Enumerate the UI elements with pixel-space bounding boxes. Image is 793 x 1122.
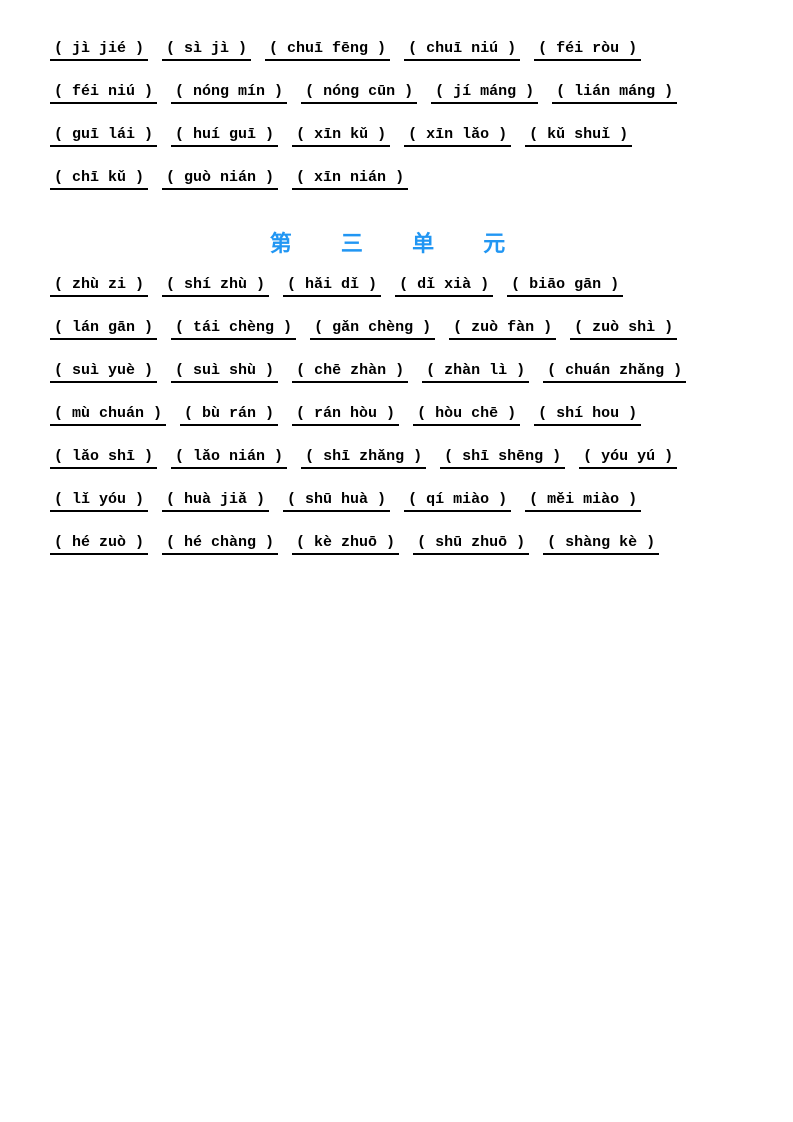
- item-1-4: ( chuī niú ): [404, 40, 520, 61]
- s3-item-6-4: ( qí miào ): [404, 491, 511, 512]
- row-2: ( féi niú ) ( nóng mín ) ( nóng cūn ) ( …: [50, 83, 743, 108]
- s3-item-4-1: ( mù chuán ): [50, 405, 166, 426]
- s3-row-4: ( mù chuán ) ( bù rán ) ( rán hòu ) ( hò…: [50, 405, 743, 430]
- item-2-2: ( nóng mín ): [171, 83, 287, 104]
- s3-item-4-3: ( rán hòu ): [292, 405, 399, 426]
- s3-row-5: ( lǎo shī ) ( lǎo nián ) ( shī zhǎng ) (…: [50, 448, 743, 473]
- s3-item-3-1: ( suì yuè ): [50, 362, 157, 383]
- item-1-2: ( sì jì ): [162, 40, 251, 61]
- s3-item-3-4: ( zhàn lì ): [422, 362, 529, 383]
- item-3-4: ( xīn lǎo ): [404, 126, 511, 147]
- item-2-1: ( féi niú ): [50, 83, 157, 104]
- s3-item-7-4: ( shū zhuō ): [413, 534, 529, 555]
- item-4-3: ( xīn nián ): [292, 169, 408, 190]
- item-2-3: ( nóng cūn ): [301, 83, 417, 104]
- s3-item-3-3: ( chē zhàn ): [292, 362, 408, 383]
- item-1-5: ( féi ròu ): [534, 40, 641, 61]
- s3-item-6-5: ( měi miào ): [525, 491, 641, 512]
- item-3-1: ( guī lái ): [50, 126, 157, 147]
- row-4: ( chī kǔ ) ( guò nián ) ( xīn nián ): [50, 169, 743, 194]
- item-3-2: ( huí guī ): [171, 126, 278, 147]
- s3-item-6-3: ( shū huà ): [283, 491, 390, 512]
- s3-item-7-3: ( kè zhuō ): [292, 534, 399, 555]
- top-section: ( jì jié ) ( sì jì ) ( chuī fēng ) ( chu…: [50, 40, 743, 194]
- s3-item-1-5: ( biāo gān ): [507, 276, 623, 297]
- item-1-1: ( jì jié ): [50, 40, 148, 61]
- item-2-5: ( lián máng ): [552, 83, 677, 104]
- s3-item-4-2: ( bù rán ): [180, 405, 278, 426]
- s3-item-2-3: ( gǎn chèng ): [310, 319, 435, 340]
- s3-item-4-5: ( shí hou ): [534, 405, 641, 426]
- s3-item-3-2: ( suì shù ): [171, 362, 278, 383]
- item-3-3: ( xīn kǔ ): [292, 126, 390, 147]
- s3-item-7-1: ( hé zuò ): [50, 534, 148, 555]
- s3-item-1-3: ( hǎi dǐ ): [283, 276, 381, 297]
- s3-item-4-4: ( hòu chē ): [413, 405, 520, 426]
- s3-item-3-5: ( chuán zhǎng ): [543, 362, 686, 383]
- section-3-title: 第 三 单 元: [50, 226, 743, 258]
- item-2-4: ( jí máng ): [431, 83, 538, 104]
- s3-item-5-3: ( shī zhǎng ): [301, 448, 426, 469]
- s3-item-2-1: ( lán gān ): [50, 319, 157, 340]
- s3-item-5-4: ( shī shēng ): [440, 448, 565, 469]
- s3-item-6-1: ( lǐ yóu ): [50, 491, 148, 512]
- s3-row-1: ( zhù zi ) ( shí zhù ) ( hǎi dǐ ) ( dǐ x…: [50, 276, 743, 301]
- s3-item-7-5: ( shàng kè ): [543, 534, 659, 555]
- s3-item-2-2: ( tái chèng ): [171, 319, 296, 340]
- s3-row-6: ( lǐ yóu ) ( huà jiǎ ) ( shū huà ) ( qí …: [50, 491, 743, 516]
- s3-item-5-2: ( lǎo nián ): [171, 448, 287, 469]
- item-4-2: ( guò nián ): [162, 169, 278, 190]
- s3-item-6-2: ( huà jiǎ ): [162, 491, 269, 512]
- s3-row-2: ( lán gān ) ( tái chèng ) ( gǎn chèng ) …: [50, 319, 743, 344]
- s3-item-2-5: ( zuò shì ): [570, 319, 677, 340]
- s3-item-5-5: ( yóu yú ): [579, 448, 677, 469]
- item-3-5: ( kǔ shuǐ ): [525, 126, 632, 147]
- s3-item-5-1: ( lǎo shī ): [50, 448, 157, 469]
- section-3-body: ( zhù zi ) ( shí zhù ) ( hǎi dǐ ) ( dǐ x…: [50, 276, 743, 559]
- row-3: ( guī lái ) ( huí guī ) ( xīn kǔ ) ( xīn…: [50, 126, 743, 151]
- item-1-3: ( chuī fēng ): [265, 40, 390, 61]
- s3-item-2-4: ( zuò fàn ): [449, 319, 556, 340]
- item-4-1: ( chī kǔ ): [50, 169, 148, 190]
- s3-row-3: ( suì yuè ) ( suì shù ) ( chē zhàn ) ( z…: [50, 362, 743, 387]
- row-1: ( jì jié ) ( sì jì ) ( chuī fēng ) ( chu…: [50, 40, 743, 65]
- s3-item-1-1: ( zhù zi ): [50, 276, 148, 297]
- s3-item-1-2: ( shí zhù ): [162, 276, 269, 297]
- s3-item-7-2: ( hé chàng ): [162, 534, 278, 555]
- s3-item-1-4: ( dǐ xià ): [395, 276, 493, 297]
- s3-row-7: ( hé zuò ) ( hé chàng ) ( kè zhuō ) ( sh…: [50, 534, 743, 559]
